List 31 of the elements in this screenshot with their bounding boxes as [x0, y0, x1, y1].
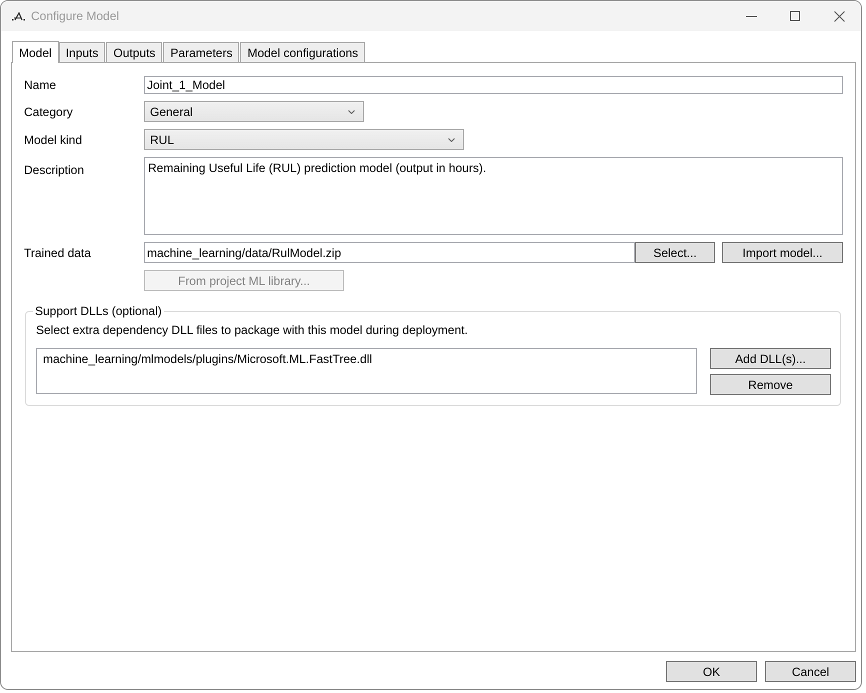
chevron-down-icon: [448, 138, 455, 142]
field-label: Description: [24, 162, 84, 177]
select-button[interactable]: Select...: [635, 242, 715, 263]
group-hint: Select extra dependency DLL files to package with this model during deployment.: [36, 323, 469, 338]
add-button[interactable]: Add DLL(s)...: [710, 348, 831, 369]
tab[interactable]: Parameters: [163, 42, 240, 62]
app-icon: [12, 12, 25, 20]
close-icon: [834, 10, 844, 22]
path-field[interactable]: machine_learning/data/RulModel.zip: [144, 242, 635, 263]
tab[interactable]: Model: [12, 41, 59, 63]
ok-button[interactable]: OK: [666, 661, 757, 682]
window-title: Configure Model: [31, 9, 120, 23]
remove-button[interactable]: Remove: [710, 374, 831, 395]
field-label: Category: [24, 104, 73, 118]
tab[interactable]: Model configurations: [240, 42, 366, 62]
cancel-button[interactable]: Cancel: [765, 661, 856, 682]
import-button[interactable]: Import model...: [722, 242, 843, 263]
maximize-icon: [790, 11, 800, 21]
text-field[interactable]: Joint_1_Model: [144, 76, 843, 94]
tab[interactable]: Outputs: [106, 42, 162, 62]
list-item[interactable]: machine_learning/mlmodels/plugins/Microsoft.ML.FastTree.dll: [38, 352, 695, 367]
field-label: Name: [24, 78, 56, 92]
field-label: Model kind: [24, 132, 82, 146]
tab[interactable]: Inputs: [58, 42, 106, 62]
file-list[interactable]: machine_learning/mlmodels/plugins/Microsoft.ML.FastTree.dll: [36, 348, 697, 394]
field-label: Trained data: [24, 246, 91, 260]
chevron-down-icon: [348, 110, 355, 114]
text-area[interactable]: Remaining Useful Life (RUL) prediction model (output in hours).: [144, 157, 843, 235]
dropdown[interactable]: General: [144, 101, 364, 122]
group-title: Support DLLs (optional): [34, 304, 163, 319]
dropdown[interactable]: RUL: [144, 129, 464, 150]
